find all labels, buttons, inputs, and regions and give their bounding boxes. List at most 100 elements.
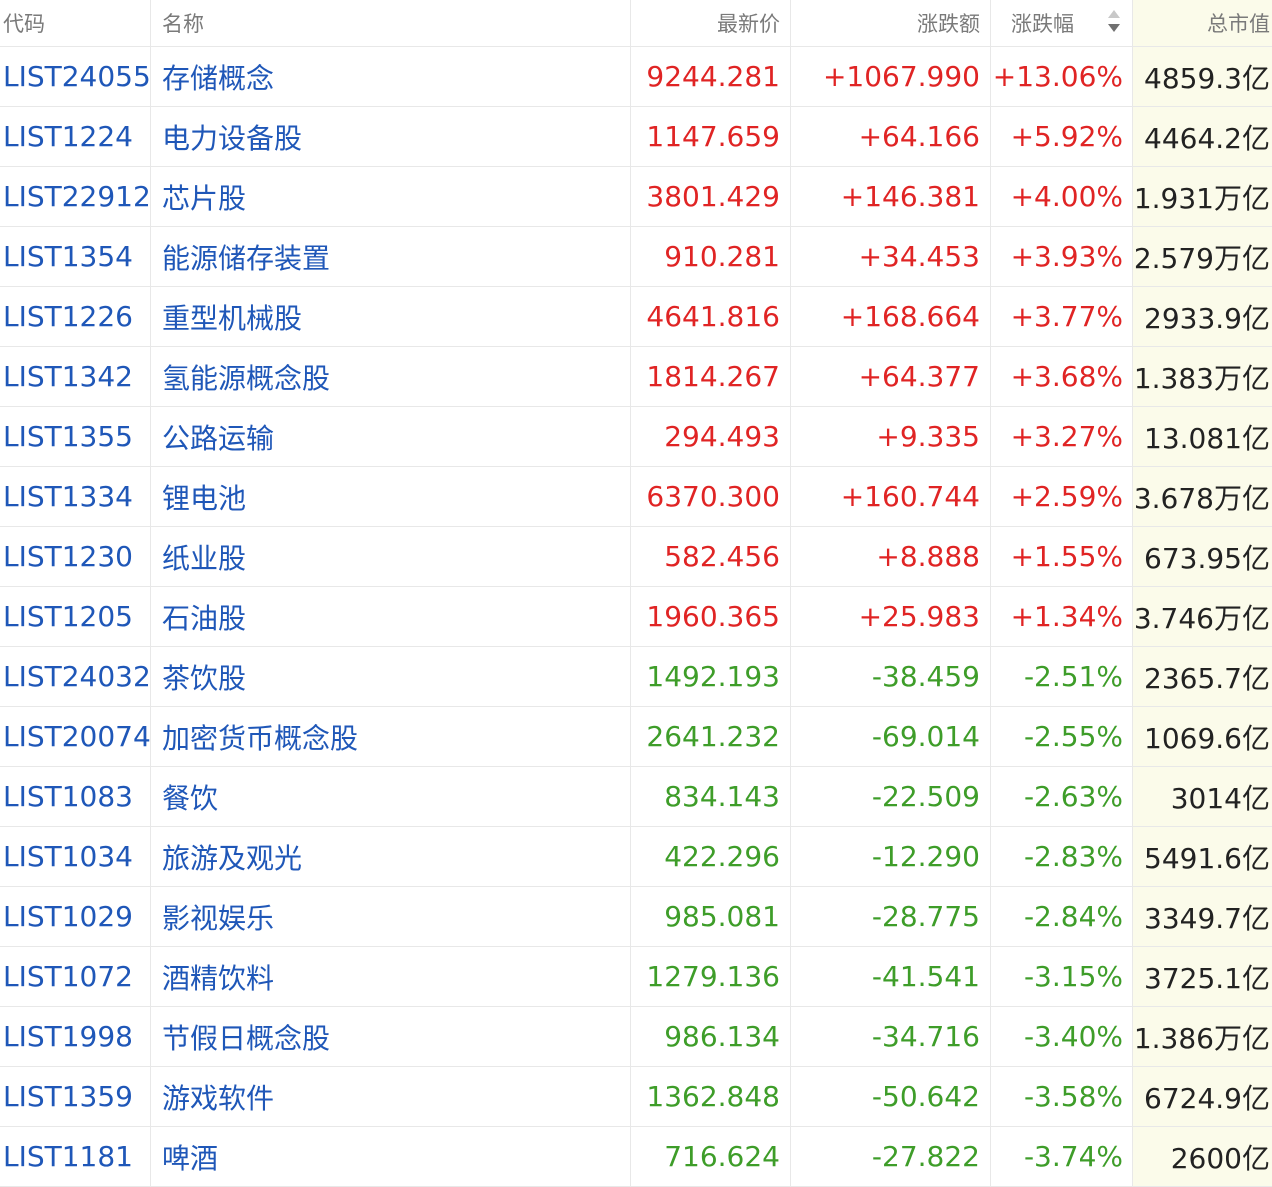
- stock-code-link[interactable]: LIST1029: [0, 887, 151, 946]
- price-change-pct: -2.83%: [991, 827, 1133, 886]
- market-cap: 3014亿: [1133, 767, 1272, 826]
- table-row[interactable]: LIST1354 能源储存装置 910.281 +34.453 +3.93% 2.579万…: [0, 227, 1272, 287]
- stock-name-link[interactable]: 纸业股: [151, 527, 631, 586]
- stock-name-link[interactable]: 旅游及观光: [151, 827, 631, 886]
- table-row[interactable]: LIST1224 电力设备股 1147.659 +64.166 +5.92% 4464.2…: [0, 107, 1272, 167]
- stock-name-link[interactable]: 茶饮股: [151, 647, 631, 706]
- stock-name-link[interactable]: 餐饮: [151, 767, 631, 826]
- price-change: +34.453: [791, 227, 991, 286]
- stock-code-link[interactable]: LIST1359: [0, 1067, 151, 1126]
- stock-name-link[interactable]: 公路运输: [151, 407, 631, 466]
- stock-name-link[interactable]: 节假日概念股: [151, 1007, 631, 1066]
- table-row[interactable]: LIST1034 旅游及观光 422.296 -12.290 -2.83% 5491.6亿: [0, 827, 1272, 887]
- price-change-pct: +1.34%: [991, 587, 1133, 646]
- stock-code-link[interactable]: LIST22912: [0, 167, 151, 226]
- sort-desc-icon[interactable]: [1108, 10, 1120, 34]
- stock-code-link[interactable]: LIST1355: [0, 407, 151, 466]
- stock-name-link[interactable]: 重型机械股: [151, 287, 631, 346]
- price-change-pct: -2.51%: [991, 647, 1133, 706]
- market-cap: 1.383万亿: [1133, 347, 1272, 406]
- latest-price: 1279.136: [631, 947, 791, 1006]
- stock-code-link[interactable]: LIST1226: [0, 287, 151, 346]
- table-row[interactable]: LIST1205 石油股 1960.365 +25.983 +1.34% 3.746万亿: [0, 587, 1272, 647]
- price-change: +64.166: [791, 107, 991, 166]
- stock-name-link[interactable]: 能源储存装置: [151, 227, 631, 286]
- column-header-market-cap[interactable]: 总市值: [1133, 0, 1272, 46]
- stock-name-link[interactable]: 锂电池: [151, 467, 631, 526]
- stock-code-link[interactable]: LIST1224: [0, 107, 151, 166]
- table-row[interactable]: LIST24032 茶饮股 1492.193 -38.459 -2.51% 2365.7亿: [0, 647, 1272, 707]
- stock-name-link[interactable]: 电力设备股: [151, 107, 631, 166]
- price-change: -50.642: [791, 1067, 991, 1126]
- stock-code-link[interactable]: LIST1998: [0, 1007, 151, 1066]
- table-row[interactable]: LIST1334 锂电池 6370.300 +160.744 +2.59% 3.678万亿: [0, 467, 1272, 527]
- column-header-change[interactable]: 涨跌额: [791, 0, 991, 46]
- stock-name-link[interactable]: 芯片股: [151, 167, 631, 226]
- market-cap: 1.931万亿: [1133, 167, 1272, 226]
- stock-code-link[interactable]: LIST1072: [0, 947, 151, 1006]
- stock-code-link[interactable]: LIST1334: [0, 467, 151, 526]
- stock-code-link[interactable]: LIST1181: [0, 1127, 151, 1186]
- column-header-name[interactable]: 名称: [151, 0, 631, 46]
- price-change-pct: +4.00%: [991, 167, 1133, 226]
- column-header-price[interactable]: 最新价: [631, 0, 791, 46]
- table-row[interactable]: LIST1083 餐饮 834.143 -22.509 -2.63% 3014亿: [0, 767, 1272, 827]
- table-row[interactable]: LIST1029 影视娱乐 985.081 -28.775 -2.84% 3349.7亿: [0, 887, 1272, 947]
- stock-code-link[interactable]: LIST24032: [0, 647, 151, 706]
- stock-name-link[interactable]: 酒精饮料: [151, 947, 631, 1006]
- table-row[interactable]: LIST1226 重型机械股 4641.816 +168.664 +3.77% 2933.…: [0, 287, 1272, 347]
- price-change: +25.983: [791, 587, 991, 646]
- market-cap: 4464.2亿: [1133, 107, 1272, 166]
- market-cap: 13.081亿: [1133, 407, 1272, 466]
- price-change-pct: -3.74%: [991, 1127, 1133, 1186]
- price-change: +160.744: [791, 467, 991, 526]
- latest-price: 582.456: [631, 527, 791, 586]
- column-header-change-pct[interactable]: 涨跌幅: [991, 0, 1133, 46]
- table-row[interactable]: LIST1998 节假日概念股 986.134 -34.716 -3.40% 1.386万…: [0, 1007, 1272, 1067]
- stock-name-link[interactable]: 氢能源概念股: [151, 347, 631, 406]
- stock-name-link[interactable]: 存储概念: [151, 47, 631, 106]
- price-change: +146.381: [791, 167, 991, 226]
- table-row[interactable]: LIST1230 纸业股 582.456 +8.888 +1.55% 673.95亿: [0, 527, 1272, 587]
- table-row[interactable]: LIST22912 芯片股 3801.429 +146.381 +4.00% 1.931万…: [0, 167, 1272, 227]
- market-cap: 3349.7亿: [1133, 887, 1272, 946]
- price-change-pct: -2.84%: [991, 887, 1133, 946]
- market-cap: 2933.9亿: [1133, 287, 1272, 346]
- table-row[interactable]: LIST1359 游戏软件 1362.848 -50.642 -3.58% 6724.9亿: [0, 1067, 1272, 1127]
- table-row[interactable]: LIST1355 公路运输 294.493 +9.335 +3.27% 13.081亿: [0, 407, 1272, 467]
- table-row[interactable]: LIST1072 酒精饮料 1279.136 -41.541 -3.15% 3725.1亿: [0, 947, 1272, 1007]
- market-cap: 2600亿: [1133, 1127, 1272, 1186]
- latest-price: 422.296: [631, 827, 791, 886]
- table-row[interactable]: LIST1342 氢能源概念股 1814.267 +64.377 +3.68% 1.383…: [0, 347, 1272, 407]
- stock-code-link[interactable]: LIST1230: [0, 527, 151, 586]
- price-change: -27.822: [791, 1127, 991, 1186]
- stock-code-link[interactable]: LIST1342: [0, 347, 151, 406]
- stock-name-link[interactable]: 石油股: [151, 587, 631, 646]
- market-cap: 2365.7亿: [1133, 647, 1272, 706]
- table-row[interactable]: LIST24055 存储概念 9244.281 +1067.990 +13.06% 485…: [0, 47, 1272, 107]
- price-change: -22.509: [791, 767, 991, 826]
- stock-code-link[interactable]: LIST1034: [0, 827, 151, 886]
- price-change-pct: -2.55%: [991, 707, 1133, 766]
- stock-code-link[interactable]: LIST20074: [0, 707, 151, 766]
- table-header: 代码 名称 最新价 涨跌额 涨跌幅 总市值: [0, 0, 1272, 47]
- column-header-code[interactable]: 代码: [0, 0, 151, 46]
- price-change-pct: +1.55%: [991, 527, 1133, 586]
- price-change: +8.888: [791, 527, 991, 586]
- price-change-pct: +5.92%: [991, 107, 1133, 166]
- table-row[interactable]: LIST20074 加密货币概念股 2641.232 -69.014 -2.55% 106…: [0, 707, 1272, 767]
- table-row[interactable]: LIST1181 啤酒 716.624 -27.822 -3.74% 2600亿: [0, 1127, 1272, 1187]
- stock-code-link[interactable]: LIST1083: [0, 767, 151, 826]
- stock-code-link[interactable]: LIST1354: [0, 227, 151, 286]
- stock-code-link[interactable]: LIST1205: [0, 587, 151, 646]
- price-change: -69.014: [791, 707, 991, 766]
- stock-name-link[interactable]: 加密货币概念股: [151, 707, 631, 766]
- latest-price: 1147.659: [631, 107, 791, 166]
- stock-code-link[interactable]: LIST24055: [0, 47, 151, 106]
- stock-name-link[interactable]: 游戏软件: [151, 1067, 631, 1126]
- stock-name-link[interactable]: 影视娱乐: [151, 887, 631, 946]
- stock-name-link[interactable]: 啤酒: [151, 1127, 631, 1186]
- market-cap: 3.678万亿: [1133, 467, 1272, 526]
- market-cap: 2.579万亿: [1133, 227, 1272, 286]
- price-change: -38.459: [791, 647, 991, 706]
